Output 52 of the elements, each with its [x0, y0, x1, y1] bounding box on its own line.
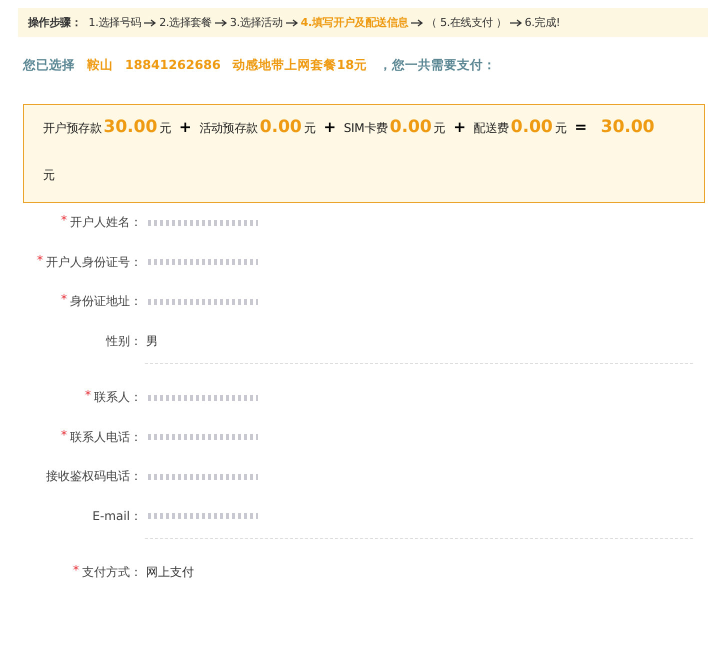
step-label: 4.填写开户及配送信息 — [300, 15, 408, 30]
currency-unit: 元 — [554, 120, 566, 137]
fee-label: 配送费 — [474, 120, 509, 137]
plus-sign: + — [323, 118, 336, 136]
step-label: 1.选择号码 — [88, 15, 142, 30]
summary-text: ，您一共需要支付： — [379, 57, 496, 74]
field-label: 开户人身份证号： — [46, 254, 142, 271]
arrow-icon — [144, 18, 156, 26]
selection-value: 18841262686 — [125, 57, 221, 74]
step-label: （ 5.在线支付 ） — [426, 15, 507, 30]
required-mark: * — [61, 428, 67, 441]
field-label: 接收鉴权码电话： — [46, 468, 142, 486]
arrow-icon — [510, 18, 522, 26]
selection-value: 鞍山 — [87, 57, 113, 74]
step-label: 2.选择套餐 — [159, 15, 212, 30]
plus-sign: + — [453, 118, 466, 136]
field-value: 男 — [146, 332, 158, 350]
fee-amount: 0.00 — [510, 117, 553, 137]
required-mark: * — [37, 254, 43, 266]
steps-title: 操作步骤： — [28, 15, 82, 30]
required-mark: * — [73, 564, 79, 576]
fee-label: 活动预存款 — [199, 120, 258, 137]
required-mark: * — [61, 293, 67, 306]
arrow-icon — [411, 18, 424, 26]
fee-amount: 0.00 — [260, 117, 302, 137]
field-label: 开户人姓名： — [70, 214, 142, 232]
field-label: 支付方式： — [82, 564, 142, 582]
field-label: 身份证地址： — [70, 293, 142, 310]
selection-value: 动感地带上网套餐18元 — [232, 57, 368, 74]
currency-unit: 元 — [304, 120, 316, 137]
required-mark: * — [85, 389, 91, 402]
currency-unit: 元 — [43, 168, 55, 182]
summary-text: 您已选择 — [23, 57, 75, 74]
step-label: 3.选择活动 — [230, 15, 283, 30]
currency-unit: 元 — [434, 120, 446, 137]
required-mark: * — [61, 214, 67, 226]
step-label: 6.完成! — [524, 15, 560, 30]
fee-amount: 30.00 — [104, 117, 158, 137]
field-label: 联系人： — [94, 389, 142, 406]
currency-unit: 元 — [159, 120, 171, 137]
fee-amount: 0.00 — [390, 117, 432, 137]
equals-sign: = — [574, 118, 587, 136]
arrow-icon — [214, 18, 227, 26]
fee-label: SIM卡费 — [344, 120, 388, 137]
plus-sign: + — [179, 118, 192, 136]
fee-label: 开户预存款 — [43, 120, 102, 137]
arrow-icon — [286, 18, 298, 26]
field-label: E-mail： — [92, 508, 142, 525]
total-amount: 30.00 — [600, 117, 655, 137]
field-label: 性别： — [106, 332, 142, 350]
field-label: 联系人电话： — [70, 428, 142, 446]
field-value: 网上支付 — [146, 564, 194, 582]
